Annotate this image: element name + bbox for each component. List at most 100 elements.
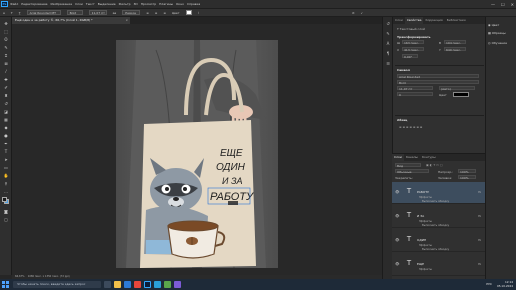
stroke-effect[interactable]: Выполнить обводку [422,224,449,227]
y-field[interactable]: 640 пикс. [444,47,466,52]
language-indicator[interactable]: РУС [486,282,492,286]
menu-edit[interactable]: Редактирование [21,2,47,6]
frame-tool-icon[interactable]: ⊠ [3,61,9,66]
tab-channels[interactable]: Каналы [404,154,420,161]
history-icon[interactable]: ↺ [385,21,391,26]
align-center-icon[interactable]: ≡ [155,11,158,15]
swatches-panel-button[interactable]: ▦ Образцы [488,31,506,35]
fill-field[interactable]: 100% [458,175,476,180]
fx-icon[interactable]: fx [478,238,481,242]
layer-name[interactable]: И ЗА [417,214,424,218]
layer-row[interactable]: 👁 T ОДИН fx Эффекты Выполнить обводку [392,230,485,252]
character-style-select[interactable]: Bold [397,80,479,85]
clock[interactable]: 12:14 05.10.2024 [497,280,513,288]
menu-file[interactable]: Файл [10,2,18,6]
file-explorer-icon[interactable] [114,281,121,288]
close-button[interactable]: ✕ [511,2,514,7]
canvas-area[interactable]: ЕЩЕ ОДИН И ЗА РАБОТУ [12,24,382,275]
cancel-edit-icon[interactable]: ⊘ [352,11,355,15]
minimize-button[interactable]: — [491,2,495,7]
character-color-swatch[interactable] [453,92,469,97]
crop-tool-icon[interactable]: ⌗ [3,53,9,58]
visibility-eye-icon[interactable]: 👁 [395,190,399,194]
character-font-select[interactable]: Arial Rounded [397,74,479,79]
glyphs-icon[interactable]: ☰ [385,61,391,66]
menu-view[interactable]: Просмотр [141,2,156,6]
task-view-icon[interactable] [104,281,111,288]
telegram-icon[interactable] [154,281,161,288]
text-color-swatch[interactable] [185,10,192,15]
marquee-tool-icon[interactable]: ⬚ [3,29,9,34]
warp-text-icon[interactable]: ⌇ [198,11,199,15]
pen-tool-icon[interactable]: ✒ [3,141,9,146]
foreground-color-swatch[interactable] [2,197,7,202]
learn-panel-button[interactable]: ◎ Обучение [488,41,507,45]
visibility-eye-icon[interactable]: 👁 [395,262,399,266]
quick-select-tool-icon[interactable]: ✎ [3,45,9,50]
menu-help[interactable]: Справка [187,2,200,6]
menu-select[interactable]: Выделение [98,2,116,6]
effects-label[interactable]: Эффекты [419,244,432,247]
more-tools-icon[interactable]: … [3,189,9,194]
blend-mode-select[interactable]: Обычные [395,169,429,174]
move-tool-icon[interactable]: ✥ [3,21,9,26]
document-close-icon[interactable]: × [125,17,128,24]
screen-mode-icon[interactable]: ▢ [3,217,9,222]
healing-tool-icon[interactable]: ✚ [3,77,9,82]
brush-tool-icon[interactable]: ✐ [3,85,9,90]
app-icon[interactable] [164,281,171,288]
fx-icon[interactable]: fx [478,262,481,266]
menu-3d[interactable]: 3D [134,2,138,6]
stamp-tool-icon[interactable]: ♜ [3,93,9,98]
layer-row[interactable]: 👁 T ЕЩЕ fx Эффекты [392,254,485,276]
dodge-tool-icon[interactable]: ● [3,133,9,138]
menu-plugins[interactable]: Плагины [159,2,173,6]
align-left-icon[interactable]: ≡ [146,11,149,15]
commit-edit-icon[interactable]: ✓ [361,11,364,15]
blur-tool-icon[interactable]: ◆ [3,125,9,130]
effects-label[interactable]: Эффекты [419,196,432,199]
color-panel-button[interactable]: ◉ Цвет [488,23,499,27]
menu-image[interactable]: Изображение [50,2,72,6]
opacity-field[interactable]: 100% [458,169,476,174]
character-size-field[interactable]: 11,07 пт [397,86,433,91]
tab-paths[interactable]: Контуры [420,154,438,161]
layer-filter-select[interactable]: Вид [395,163,421,168]
fx-icon[interactable]: fx [478,214,481,218]
tab-layers[interactable]: Слои [392,154,404,161]
layer-filter-icons[interactable]: ▣ ◐ T ▭ ▢ [426,163,443,167]
stroke-effect[interactable]: Выполнить обводку [422,200,449,203]
character-icon[interactable]: A [385,41,391,46]
character-leading-field[interactable]: (Авто) [439,86,475,91]
menu-window[interactable]: Окно [176,2,184,6]
home-icon[interactable]: ⌂ [3,11,5,15]
paragraph-align-icons[interactable]: ≡ ≡ ≡ ≡ ≡ ≡ ≡ [399,125,422,129]
layer-name[interactable]: ОДИН [417,238,426,242]
font-style-select[interactable]: Bold [66,10,83,15]
edge-browser-icon[interactable] [124,281,131,288]
menu-filter[interactable]: Фильтр [119,2,131,6]
text-tool-icon[interactable]: T [11,11,13,15]
text-orientation-toggle[interactable]: T̲ [19,11,21,15]
lasso-tool-icon[interactable]: ʘ [3,37,9,42]
layer-row[interactable]: 👁 T И ЗА fx Эффекты Выполнить обводку [392,206,485,228]
eraser-tool-icon[interactable]: ◪ [3,109,9,114]
gradient-tool-icon[interactable]: ▦ [3,117,9,122]
layer-name[interactable]: ЕЩЕ [417,262,424,266]
eyedropper-tool-icon[interactable]: ⁄ [3,69,9,74]
brush-settings-icon[interactable]: ✎ [385,31,391,36]
paragraph-icon[interactable]: ¶ [385,51,391,56]
chrome-browser-icon[interactable] [134,281,141,288]
width-field[interactable]: 163 пикс. [402,40,424,45]
height-field[interactable]: 194 пикс. [444,40,466,45]
path-select-tool-icon[interactable]: ➤ [3,157,9,162]
fx-icon[interactable]: fx [478,190,481,194]
angle-field[interactable]: 0,00° [402,54,418,59]
effects-label[interactable]: Эффекты [419,220,432,223]
layer-name[interactable]: РАБОТУ [417,190,429,194]
font-family-select[interactable]: Arial Rounded MT [26,10,61,15]
effects-label[interactable]: Эффекты [419,268,432,271]
font-size-select[interactable]: 11,07 пт [88,10,107,15]
app-icon[interactable] [174,281,181,288]
windows-start-icon[interactable] [2,281,9,288]
